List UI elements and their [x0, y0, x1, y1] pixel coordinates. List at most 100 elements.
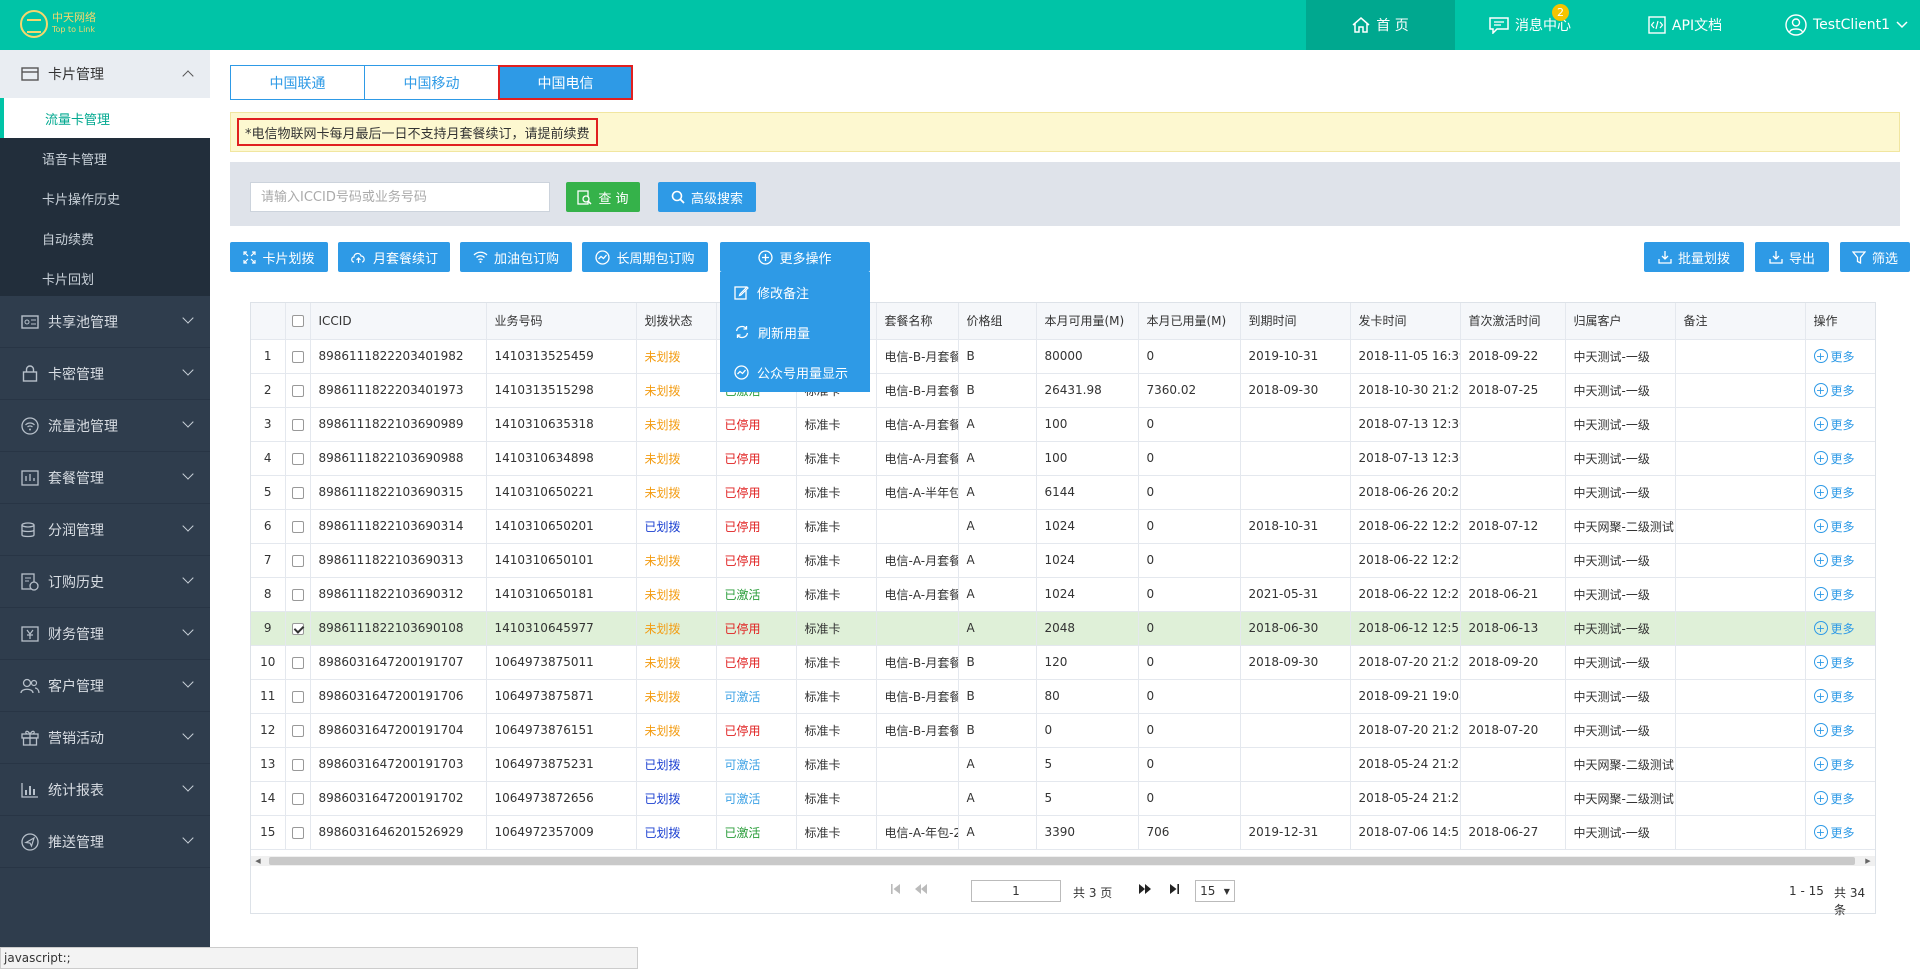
table-row[interactable]: 15 8986031646201526929 1064972357009 已划拨 已激活… [251, 815, 1875, 850]
cell-row-select[interactable] [285, 407, 311, 442]
cell-row-select[interactable] [285, 781, 311, 816]
col-header-expiry[interactable]: 到期时间 [1240, 303, 1351, 340]
sidebar-group-card-management[interactable]: 卡片管理 [0, 50, 210, 98]
col-header-iccid[interactable]: ICCID [310, 303, 487, 340]
cell-row-select[interactable] [285, 679, 311, 714]
col-header-package-name[interactable]: 套餐名称 [876, 303, 959, 340]
table-row[interactable]: 5 8986111822103690315 1410310650221 未划拨 已停用标… [251, 475, 1875, 510]
sidebar-group-statistics[interactable]: 统计报表 [0, 764, 210, 816]
page-size-select[interactable]: 15 ▼ [1195, 880, 1235, 902]
table-row[interactable]: 4 8986111822103690988 1410310634898 未划拨 已停用标… [251, 441, 1875, 476]
row-more-link[interactable]: + 更多 [1813, 824, 1855, 841]
row-checkbox[interactable] [291, 588, 304, 601]
cell-row-select[interactable] [285, 441, 311, 476]
table-row[interactable]: 6 8986111822103690314 1410310650201 已划拨 已停用标… [251, 509, 1875, 544]
table-row[interactable]: 12 8986031647200191704 1064973876151 未划拨 已停用… [251, 713, 1875, 748]
table-row[interactable]: 13 8986031647200191703 1064973875231 已划拨 可激活… [251, 747, 1875, 782]
page-number-input[interactable]: 1 [971, 880, 1061, 902]
table-row[interactable]: 1 8986111822203401982 1410313525459 未划拨 电信-B… [251, 339, 1875, 374]
row-checkbox[interactable] [291, 792, 304, 805]
select-all-checkbox[interactable] [291, 315, 304, 328]
cell-row-select[interactable] [285, 373, 311, 408]
addon-order-button[interactable]: 加油包订购 [460, 242, 572, 272]
advanced-search-button[interactable]: 高级搜索 [658, 182, 756, 212]
cell-row-select[interactable] [285, 543, 311, 578]
row-checkbox[interactable] [291, 520, 304, 533]
export-button[interactable]: 导出 [1755, 242, 1829, 272]
col-header-monthly-used[interactable]: 本月已用量(M) [1138, 303, 1241, 340]
row-checkbox[interactable] [291, 384, 304, 397]
sidebar-group-order-history[interactable]: 订购历史 [0, 556, 210, 608]
cell-row-select[interactable] [285, 645, 311, 680]
table-row[interactable]: 11 8986031647200191706 1064973875871 未划拨 可激活… [251, 679, 1875, 714]
table-row[interactable]: 10 8986031647200191707 1064973875011 未划拨 已停用… [251, 645, 1875, 680]
cell-row-select[interactable] [285, 475, 311, 510]
search-input[interactable] [250, 182, 550, 212]
sidebar-group-push[interactable]: 推送管理 [0, 816, 210, 868]
sidebar-item-card-history[interactable]: 卡片操作历史 [0, 178, 210, 218]
col-header-remark[interactable]: 备注 [1675, 303, 1806, 340]
menu-item-wechat-usage[interactable]: 公众号用量显示 [720, 352, 870, 392]
next-page-icon[interactable] [1139, 884, 1151, 894]
cell-row-select[interactable] [285, 611, 311, 646]
row-checkbox[interactable] [291, 758, 304, 771]
row-checkbox[interactable] [291, 724, 304, 737]
sidebar-group-customer[interactable]: 客户管理 [0, 660, 210, 712]
horizontal-scrollbar[interactable]: ◀ ▶ [251, 856, 1875, 866]
query-button[interactable]: 查 询 [566, 182, 640, 212]
cell-row-select[interactable] [285, 509, 311, 544]
monthly-renew-button[interactable]: 月套餐续订 [338, 242, 450, 272]
row-more-link[interactable]: + 更多 [1813, 552, 1855, 569]
sidebar-group-shared-pool[interactable]: 共享池管理 [0, 296, 210, 348]
row-more-link[interactable]: + 更多 [1813, 382, 1855, 399]
cell-row-select[interactable] [285, 747, 311, 782]
cell-row-select[interactable] [285, 815, 311, 850]
row-more-link[interactable]: + 更多 [1813, 688, 1855, 705]
card-transfer-button[interactable]: 卡片划拨 [230, 242, 328, 272]
row-more-link[interactable]: + 更多 [1813, 654, 1855, 671]
row-more-link[interactable]: + 更多 [1813, 722, 1855, 739]
menu-item-refresh-usage[interactable]: 刷新用量 [720, 312, 870, 352]
row-checkbox[interactable] [291, 826, 304, 839]
cell-row-select[interactable] [285, 713, 311, 748]
sidebar-item-voice-card[interactable]: 语音卡管理 [0, 138, 210, 178]
row-checkbox[interactable] [291, 690, 304, 703]
table-row[interactable]: 7 8986111822103690313 1410310650101 未划拨 已停用标… [251, 543, 1875, 578]
col-header-price-group[interactable]: 价格组 [958, 303, 1037, 340]
row-more-link[interactable]: + 更多 [1813, 620, 1855, 637]
long-period-order-button[interactable]: 长周期包订购 [582, 242, 708, 272]
col-header-issue-time[interactable]: 发卡时间 [1350, 303, 1461, 340]
row-more-link[interactable]: + 更多 [1813, 518, 1855, 535]
brand-logo[interactable]: 中天网络 Top to Link [20, 10, 96, 38]
col-header-business-number[interactable]: 业务号码 [486, 303, 637, 340]
sidebar-group-card-secret[interactable]: 卡密管理 [0, 348, 210, 400]
row-checkbox[interactable] [291, 452, 304, 465]
cell-row-select[interactable] [285, 577, 311, 612]
row-more-link[interactable]: + 更多 [1813, 450, 1855, 467]
tab-china-unicom[interactable]: 中国联通 [230, 65, 365, 100]
scroll-right-arrow-icon[interactable]: ▶ [1863, 856, 1873, 866]
sidebar-item-auto-renew[interactable]: 自动续费 [0, 218, 210, 258]
sidebar-item-card-return[interactable]: 卡片回划 [0, 258, 210, 298]
last-page-icon[interactable] [1169, 884, 1179, 894]
sidebar-group-traffic-pool[interactable]: 流量池管理 [0, 400, 210, 452]
sidebar-group-finance[interactable]: 财务管理 [0, 608, 210, 660]
sidebar-group-marketing[interactable]: 营销活动 [0, 712, 210, 764]
row-checkbox[interactable] [291, 656, 304, 669]
row-more-link[interactable]: + 更多 [1813, 484, 1855, 501]
col-header-first-activation[interactable]: 首次激活时间 [1460, 303, 1566, 340]
sidebar-group-profit-sharing[interactable]: 分润管理 [0, 504, 210, 556]
row-checkbox[interactable] [291, 622, 304, 635]
nav-api-docs[interactable]: API文档 [1605, 0, 1765, 50]
col-header-select[interactable] [285, 303, 311, 340]
nav-messages[interactable]: 消息中心 2 [1455, 0, 1605, 50]
scrollbar-thumb[interactable] [269, 857, 1855, 865]
scroll-left-arrow-icon[interactable]: ◀ [253, 856, 263, 866]
row-checkbox[interactable] [291, 418, 304, 431]
row-more-link[interactable]: + 更多 [1813, 586, 1855, 603]
sidebar-group-package[interactable]: 套餐管理 [0, 452, 210, 504]
user-menu[interactable]: TestClient1 [1765, 0, 1920, 50]
prev-page-icon[interactable] [915, 884, 927, 894]
more-ops-button[interactable]: 更多操作 [720, 242, 870, 272]
row-checkbox[interactable] [291, 554, 304, 567]
